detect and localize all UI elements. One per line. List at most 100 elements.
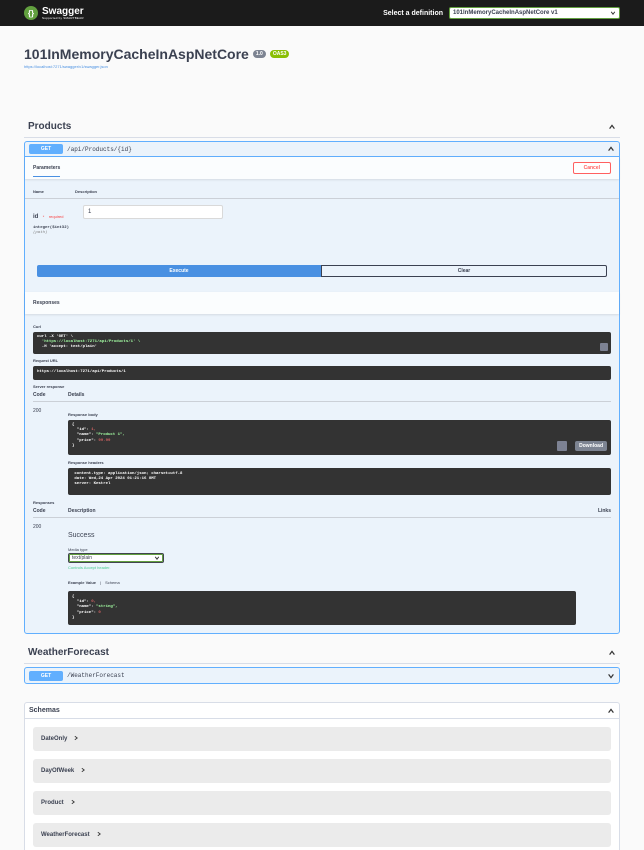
id-input[interactable]: 1 [83,205,223,219]
chevron-up-icon [608,146,614,151]
tab-divider: | [100,580,102,585]
server-response-label: Server response [33,384,65,389]
topbar: {} Swagger Supported by SMARTBEAR Select… [0,0,644,26]
param-name: id [33,214,39,220]
definition-select[interactable]: 101InMemoryCacheInAspNetCore v1 [449,7,620,19]
chevron-down-icon [610,11,616,15]
logo-subtitle: Supported by SMARTBEAR [42,15,84,20]
code-value: "Product 1", [96,433,125,438]
clear-button[interactable]: Clear [321,265,607,277]
curl-line: 'https://localhost:7271/api/Products/1' … [37,340,141,345]
logo-name: Swagger [42,5,84,17]
server-response-row: 200 Response body { "id": 1, "name": "Pr… [33,408,611,495]
parameters-tab[interactable]: Parameters [33,160,61,177]
code-line: } [72,443,75,448]
code-line: "name": [72,433,97,438]
schemas-title: Schemas [29,707,60,714]
media-type-select[interactable]: text/plain [68,553,164,563]
code-value: "string", [96,605,118,610]
code-line: { [72,595,75,599]
responses-label: Responses [33,500,55,505]
code-line: "price": [72,610,99,615]
col-description: Description [75,189,98,194]
server-response-header: Code Details [33,392,611,402]
responses-title: Responses [33,300,60,306]
code-value: 99.99 [98,438,111,443]
code-line: "id": [72,428,92,433]
schema-model-name: DayOfWeek [41,768,75,774]
col-code: Code [33,392,46,398]
operation-get-product: GET /api/Products/{id} Parameters Cancel… [24,141,620,634]
copy-icon[interactable] [557,441,567,451]
code-value: 0 [98,610,101,615]
request-url-label: Request URL [33,358,59,363]
param-row-id: id * required integer($int32) (path) 1 [25,199,619,235]
chevron-right-icon [70,799,76,807]
copy-icon[interactable] [600,343,608,351]
tag-weatherforecast[interactable]: WeatherForecast [24,642,620,664]
curl-line: -H 'accept: text/plain' [37,345,98,350]
chevron-down-icon [154,556,160,560]
example-block[interactable]: { "id": 0, "name": "string", "price": 0 … [68,591,576,625]
curl-block[interactable]: curl -X 'GET' \ 'https://localhost:7271/… [33,332,611,354]
code-value: 0, [91,600,97,605]
parameters-header: Parameters Cancel [25,157,619,179]
col-description: Description [68,508,96,514]
swagger-logo[interactable]: {} Swagger Supported by SMARTBEAR [24,6,84,20]
operation-summary[interactable]: GET /api/Products/{id} [25,142,619,157]
code-value: 1, [91,428,97,433]
curl-label: Curl [33,324,41,329]
tag-products[interactable]: Products [24,116,620,138]
controls-note: Controls Accept header. [68,565,111,570]
spec-link[interactable]: https://localhost:7271/swagger/v1/swagge… [24,64,620,69]
chevron-down-icon [608,673,614,679]
required-mark: * [42,214,45,219]
param-location: (path) [33,231,48,235]
schema-model[interactable]: DateOnly [33,727,611,751]
schema-model-name: Product [41,800,64,806]
code-line: "name": [72,605,97,610]
schema-tab[interactable]: Schema [105,580,120,585]
api-info: 101InMemoryCacheInAspNetCore 1.0 OAS3 ht… [24,46,620,116]
chevron-up-icon [608,707,614,713]
chevron-up-icon [609,123,615,129]
operation-path: /api/Products/{id} [67,145,132,153]
tag-products-name: Products [28,121,72,132]
code-line: "price": [72,438,99,443]
schemas-header[interactable]: Schemas [25,703,619,719]
cancel-button[interactable]: Cancel [572,162,611,174]
tag-weather-name: WeatherForecast [28,647,109,658]
schema-model-name: WeatherForecast [41,832,90,838]
version-badge: 1.0 [252,50,266,58]
response-body-block[interactable]: { "id": 1, "name": "Product 1", "price":… [68,420,611,455]
response-headers-label: Response headers [68,460,104,465]
schema-model[interactable]: WeatherForecast [33,823,611,847]
download-button[interactable]: Download [575,440,607,451]
operation-path: /WeatherForecast [67,672,125,679]
response-headers-block[interactable]: content-type: application/json; charset=… [68,468,611,495]
operation-get-weather: GET /WeatherForecast [24,667,620,684]
param-type: integer($int32) [33,226,70,230]
code-line: content-type: application/json; charset=… [72,472,183,476]
example-value-tab[interactable]: Example Value [68,580,96,585]
code-line: date: Wed,24 Apr 2024 01:21:16 GMT [72,477,157,482]
chevron-up-icon [609,649,615,655]
request-url-block[interactable]: https://localhost:7271/api/Products/1 [33,366,611,380]
required-label: required [48,214,64,219]
params-table-header: Name Description [25,189,619,199]
response-code: 200 [33,408,42,414]
operation-summary[interactable]: GET /WeatherForecast [25,668,619,683]
definition-label: Select a definition [383,9,443,17]
chevron-right-icon [73,735,79,743]
schema-model[interactable]: DayOfWeek [33,759,611,783]
code-line: { [72,423,75,427]
schema-model[interactable]: Product [33,791,611,815]
execute-button[interactable]: Execute [37,265,321,277]
oas-badge: OAS3 [269,50,290,58]
responses-table-header: Code Description Links [33,508,611,518]
code-line: server: Kestrel [72,482,111,487]
api-title: 101InMemoryCacheInAspNetCore [24,46,249,62]
method-badge: GET [29,144,63,154]
col-details: Details [68,392,85,398]
schemas-section: Schemas DateOnly DayOfWeek Product WeatherF… [24,702,620,850]
